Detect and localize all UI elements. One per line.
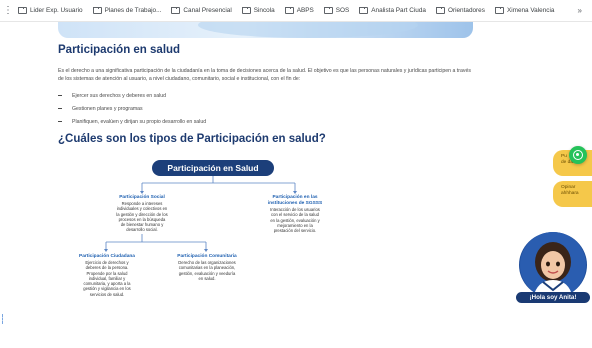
node-participacion-ciudadana: Participación Ciudadana Ejercicio de der… xyxy=(79,254,135,297)
folder-icon xyxy=(171,7,181,14)
folder-icon xyxy=(92,7,102,14)
list-item: Gestionen planes y programas xyxy=(58,102,206,115)
bookmark-analista-part-ciuda[interactable]: Analista Part Ciuda xyxy=(359,7,426,14)
folder-icon xyxy=(494,7,504,14)
arrow-icon xyxy=(293,191,297,194)
node-participacion-comunitaria: Participación Comunitaria Derecho de las… xyxy=(177,254,237,281)
bookmark-canal-presencial[interactable]: Canal Presencial xyxy=(171,7,232,14)
dash-icon xyxy=(58,121,62,122)
bookmarks-bar: ⋮ Lider Exp. Usuario Planes de Trabajo..… xyxy=(0,0,592,22)
whatsapp-button[interactable] xyxy=(569,146,587,164)
purpose-list: Ejercer sus derechos y deberes en salud … xyxy=(58,89,206,128)
intro-paragraph: Es el derecho a una significativa partic… xyxy=(58,68,471,82)
list-item: Ejercer sus derechos y deberes en salud xyxy=(58,89,206,102)
node-participacion-social: Participación Social Responde a interese… xyxy=(116,195,168,233)
folder-icon xyxy=(435,7,445,14)
arrow-icon xyxy=(140,191,144,194)
dash-icon xyxy=(58,108,62,109)
section-subtitle: ¿Cuáles son los tipos de Participación e… xyxy=(58,133,326,145)
browser-page: ⋮ Lider Exp. Usuario Planes de Trabajo..… xyxy=(0,0,592,348)
bookmark-planes-de-trabajo[interactable]: Planes de Trabajo... xyxy=(92,7,161,14)
content-edge-marker xyxy=(2,314,5,324)
list-item: Planifiquen, evalúen y dirijan su propio… xyxy=(58,115,206,128)
folder-icon xyxy=(241,7,251,14)
bookmark-lider-exp-usuario[interactable]: Lider Exp. Usuario xyxy=(18,7,83,14)
whatsapp-icon xyxy=(573,150,583,160)
folder-icon xyxy=(284,7,294,14)
bookmark-list: Lider Exp. Usuario Planes de Trabajo... … xyxy=(16,7,592,14)
bookmark-sos[interactable]: SOS xyxy=(323,7,349,14)
arrow-icon xyxy=(104,249,108,252)
assistant-avatar[interactable] xyxy=(519,232,587,298)
folder-icon xyxy=(359,7,369,14)
bookmark-ximena-valencia[interactable]: Ximena Valencia xyxy=(494,7,554,14)
more-bookmarks-icon[interactable]: » xyxy=(578,6,582,15)
apps-icon[interactable]: ⋮ xyxy=(0,0,16,22)
dash-icon xyxy=(58,95,62,96)
arrow-icon xyxy=(204,249,208,252)
bookmark-orientadores[interactable]: Orientadores xyxy=(435,7,485,14)
assistant-greeting-label[interactable]: ¡Hola soy Anita! xyxy=(516,292,590,303)
assistant-portrait-icon xyxy=(520,232,586,298)
bookmark-sincola[interactable]: Sincola xyxy=(241,7,275,14)
header-banner xyxy=(58,22,473,38)
side-tab-opinar[interactable]: Opinar ahhhara xyxy=(553,181,592,207)
node-participacion-instituciones: Participación en las instituciones de SG… xyxy=(267,195,323,234)
folder-icon xyxy=(323,7,333,14)
diagram-root-node: Participación en Salud xyxy=(152,160,274,176)
folder-icon xyxy=(18,7,27,14)
bookmark-abps[interactable]: ABPS xyxy=(284,7,314,14)
page-title: Participación en salud xyxy=(58,44,181,56)
